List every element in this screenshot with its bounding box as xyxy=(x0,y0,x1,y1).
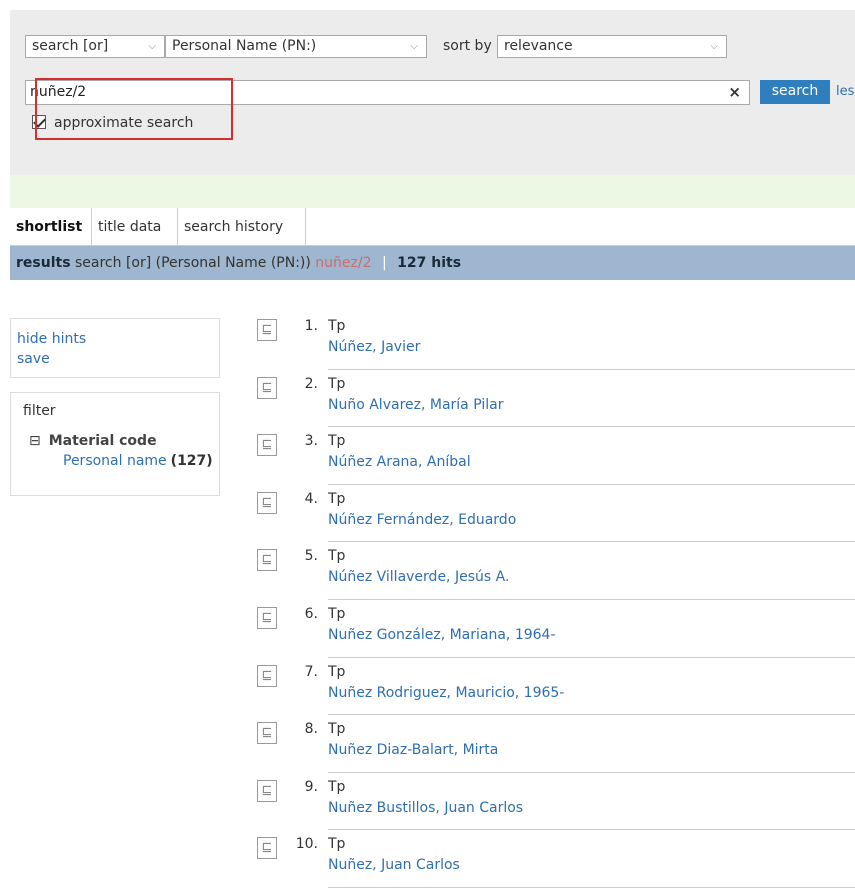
result-name-link[interactable]: Núñez Villaverde, Jesús A. xyxy=(328,569,509,585)
result-row: ⊑ 1. Tp Núñez, Javier xyxy=(254,312,855,370)
document-icon[interactable]: ⊑ xyxy=(257,491,277,514)
filter-item-count: (127) xyxy=(170,453,213,469)
document-icon[interactable]: ⊑ xyxy=(257,837,277,860)
search-field-select[interactable]: Personal Name (PN:) ⌵ xyxy=(165,35,427,58)
chevron-down-icon: ⌵ xyxy=(148,41,156,52)
result-number: 1. xyxy=(304,318,318,334)
result-name-link[interactable]: Núñez, Javier xyxy=(328,339,420,355)
filter-box: filter ⊟ Material code Personal name (127) xyxy=(10,392,220,496)
result-name-link[interactable]: Nuño Alvarez, María Pilar xyxy=(328,397,503,413)
sort-select[interactable]: relevance ⌵ xyxy=(497,35,727,58)
result-number: 8. xyxy=(304,721,318,738)
result-type: Tp xyxy=(328,778,346,795)
document-icon[interactable]: ⊑ xyxy=(257,606,277,629)
collapse-icon[interactable]: ⊟ xyxy=(29,433,41,449)
search-query: nuñez/2 xyxy=(30,84,87,100)
document-icon[interactable]: ⊑ xyxy=(257,779,277,802)
search-mode-value: search [or] xyxy=(32,38,109,54)
results-field: (Personal Name (PN:)) xyxy=(155,255,311,271)
result-name-link[interactable]: Nuñez González, Mariana, 1964- xyxy=(328,627,556,643)
result-name-link[interactable]: Núñez Fernández, Eduardo xyxy=(328,512,516,528)
result-number: 10. xyxy=(295,836,318,853)
result-type: Tp xyxy=(328,318,346,334)
search-mode-select[interactable]: search [or] ⌵ xyxy=(25,35,165,58)
results-hits: 127 hits xyxy=(397,255,462,271)
sort-value: relevance xyxy=(504,38,573,54)
result-number: 9. xyxy=(304,778,318,795)
filter-item-label[interactable]: Personal name xyxy=(63,453,167,469)
document-icon[interactable]: ⊑ xyxy=(257,549,277,572)
material-code-label: Material code xyxy=(48,433,157,449)
message-band xyxy=(10,175,855,208)
result-type: Tp xyxy=(328,490,346,507)
result-row: ⊑ 4. Tp Núñez Fernández, Eduardo xyxy=(254,485,855,543)
tab-title-data[interactable]: title data xyxy=(92,208,178,246)
material-code-group[interactable]: ⊟ Material code xyxy=(29,433,207,449)
result-type: Tp xyxy=(328,663,346,680)
results-term: nuñez/2 xyxy=(315,255,372,271)
result-number: 2. xyxy=(304,375,318,392)
document-icon[interactable]: ⊑ xyxy=(257,434,277,457)
results-list: ⊑ 1. Tp Núñez, Javier ⊑ 2. Tp Nuño Alvarez, Mar… xyxy=(254,312,855,888)
result-name-link[interactable]: Núñez Arana, Aníbal xyxy=(328,454,471,470)
chevron-down-icon: ⌵ xyxy=(410,41,418,52)
search-input[interactable]: nuñez/2 × xyxy=(25,80,750,105)
chevron-down-icon: ⌵ xyxy=(710,41,718,52)
results-label: results xyxy=(16,255,71,271)
result-number: 5. xyxy=(304,548,318,565)
document-icon[interactable]: ⊑ xyxy=(257,319,277,341)
result-number: 4. xyxy=(304,490,318,507)
result-name-link[interactable]: Nuñez Rodriguez, Mauricio, 1965- xyxy=(328,685,564,701)
result-row: ⊑ 8. Tp Nuñez Diaz-Balart, Mirta xyxy=(254,715,855,773)
result-row: ⊑ 2. Tp Nuño Alvarez, María Pilar xyxy=(254,370,855,428)
result-name-link[interactable]: Nuñez Bustillos, Juan Carlos xyxy=(328,800,523,816)
result-type: Tp xyxy=(328,721,346,738)
hints-box: hide hints save xyxy=(10,318,220,378)
approximate-search-checkbox[interactable] xyxy=(32,115,46,129)
save-link[interactable]: save xyxy=(17,349,213,369)
result-name-link[interactable]: Nuñez, Juan Carlos xyxy=(328,857,460,873)
document-icon[interactable]: ⊑ xyxy=(257,376,277,399)
filter-item-personal-name[interactable]: Personal name (127) xyxy=(63,453,213,469)
tab-shortlist[interactable]: shortlist xyxy=(10,208,92,246)
result-row: ⊑ 9. Tp Nuñez Bustillos, Juan Carlos xyxy=(254,773,855,831)
results-bar: results search [or] (Personal Name (PN:)… xyxy=(10,246,855,280)
result-row: ⊑ 6. Tp Nuñez González, Mariana, 1964- xyxy=(254,600,855,658)
approximate-search-option[interactable]: approximate search xyxy=(32,115,193,131)
result-row: ⊑ 7. Tp Nuñez Rodriguez, Mauricio, 1965- xyxy=(254,658,855,716)
less-link[interactable]: less xyxy=(836,84,855,99)
result-type: Tp xyxy=(328,548,346,565)
clear-icon[interactable]: × xyxy=(728,81,741,104)
tab-search-history[interactable]: search history xyxy=(178,208,306,246)
filter-title: filter xyxy=(23,403,56,419)
tab-bar: shortlist title data search history xyxy=(10,208,855,246)
document-icon[interactable]: ⊑ xyxy=(257,722,277,745)
result-type: Tp xyxy=(328,433,346,450)
search-button[interactable]: search xyxy=(760,80,830,104)
result-number: 7. xyxy=(304,663,318,680)
result-row: ⊑ 5. Tp Núñez Villaverde, Jesús A. xyxy=(254,542,855,600)
result-type: Tp xyxy=(328,605,346,622)
result-row: ⊑ 10. Tp Nuñez, Juan Carlos xyxy=(254,830,855,888)
result-number: 6. xyxy=(304,605,318,622)
document-icon[interactable]: ⊑ xyxy=(257,664,277,687)
search-field-value: Personal Name (PN:) xyxy=(172,38,317,54)
sort-by-label: sort by xyxy=(443,38,492,54)
result-number: 3. xyxy=(304,433,318,450)
results-mode: search [or] xyxy=(74,255,152,271)
result-name-link[interactable]: Nuñez Diaz-Balart, Mirta xyxy=(328,742,498,758)
result-type: Tp xyxy=(328,375,346,392)
result-row: ⊑ 3. Tp Núñez Arana, Aníbal xyxy=(254,427,855,485)
results-separator: | xyxy=(381,255,387,271)
result-type: Tp xyxy=(328,836,346,853)
hide-hints-link[interactable]: hide hints xyxy=(17,329,213,349)
approximate-search-label: approximate search xyxy=(54,115,194,131)
